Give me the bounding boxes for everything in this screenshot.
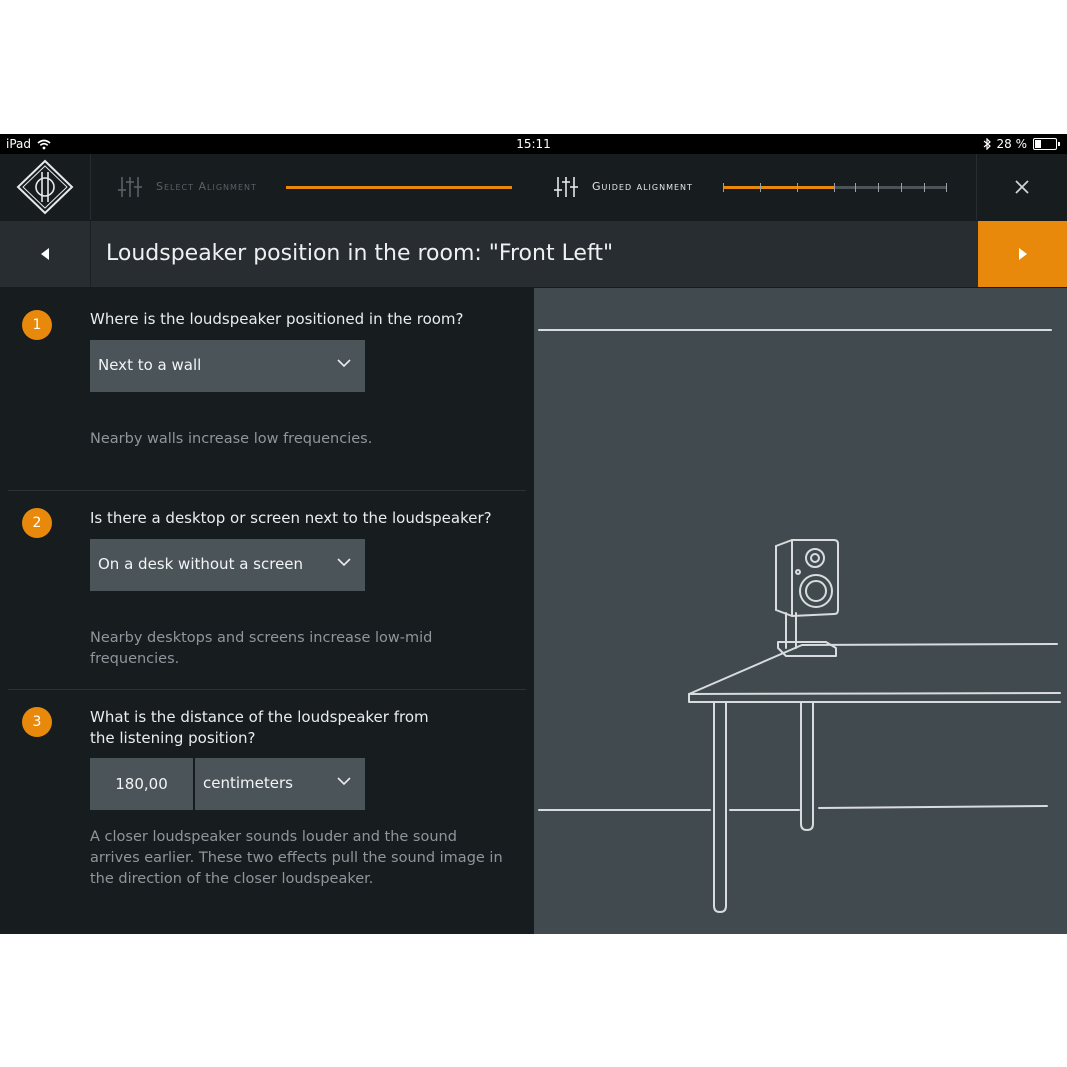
step-guided-alignment[interactable]: Guided alignment [530,154,977,220]
divider [8,689,526,690]
neumann-logo [0,154,91,220]
close-button[interactable] [976,154,1067,220]
progress-fill [286,186,512,189]
distance-unit-dropdown[interactable]: centimeters [195,758,365,810]
app-screen: iPad 15:11 28 % Select Alignment Guided … [0,134,1067,934]
chevron-down-icon [337,558,351,567]
dropdown-value: Next to a wall [98,356,202,374]
question-2-text: Is there a desktop or screen next to the… [90,509,492,527]
triangle-left-icon [41,248,49,260]
next-button[interactable] [978,221,1067,287]
distance-value: 180,00 [115,775,168,793]
question-2-badge: 2 [22,508,52,538]
mixer-icon [554,177,578,197]
triangle-right-icon [1018,248,1027,260]
divider [8,490,526,491]
dropdown-value: centimeters [203,774,293,792]
back-button[interactable] [0,221,91,287]
step-select-alignment[interactable]: Select Alignment [90,154,530,220]
guided-alignment-progress [723,183,947,192]
bluetooth-icon [983,138,991,150]
question-3-hint: A closer loudspeaker sounds louder and t… [90,829,503,887]
logo-diamond-icon [16,159,74,215]
desk-position-dropdown[interactable]: On a desk without a screen [90,539,365,591]
question-1-badge: 1 [22,310,52,340]
chevron-down-icon [337,359,351,368]
question-1-text: Where is the loudspeaker positioned in t… [90,310,464,328]
question-3-badge: 3 [22,707,52,737]
room-illustration [534,288,1067,934]
wall-position-dropdown[interactable]: Next to a wall [90,340,365,392]
step-guided-alignment-label: Guided alignment [592,180,693,193]
battery-icon [1033,138,1060,150]
question-1-hint: Nearby walls increase low frequencies. [90,431,373,447]
clock: 15:11 [516,137,551,151]
distance-input[interactable]: 180,00 [90,758,193,810]
step-select-alignment-label: Select Alignment [156,180,257,193]
chevron-down-icon [337,777,351,786]
page-title: Loudspeaker position in the room: "Front… [106,241,614,266]
select-alignment-progress [286,186,512,189]
status-bar: iPad 15:11 28 % [0,134,1067,154]
close-icon [1015,180,1029,194]
mixer-icon [118,177,142,197]
question-2-hint: Nearby desktops and screens increase low… [90,630,433,667]
speaker-on-desk-illustration [538,329,1061,913]
progress-fill [723,186,835,189]
battery-percent: 28 % [996,137,1028,151]
question-3-text: What is the distance of the loudspeaker … [90,708,429,747]
dropdown-value: On a desk without a screen [98,555,304,573]
top-navigation: Select Alignment Guided alignment [0,154,1067,220]
title-bar: Loudspeaker position in the room: "Front… [0,221,1067,287]
